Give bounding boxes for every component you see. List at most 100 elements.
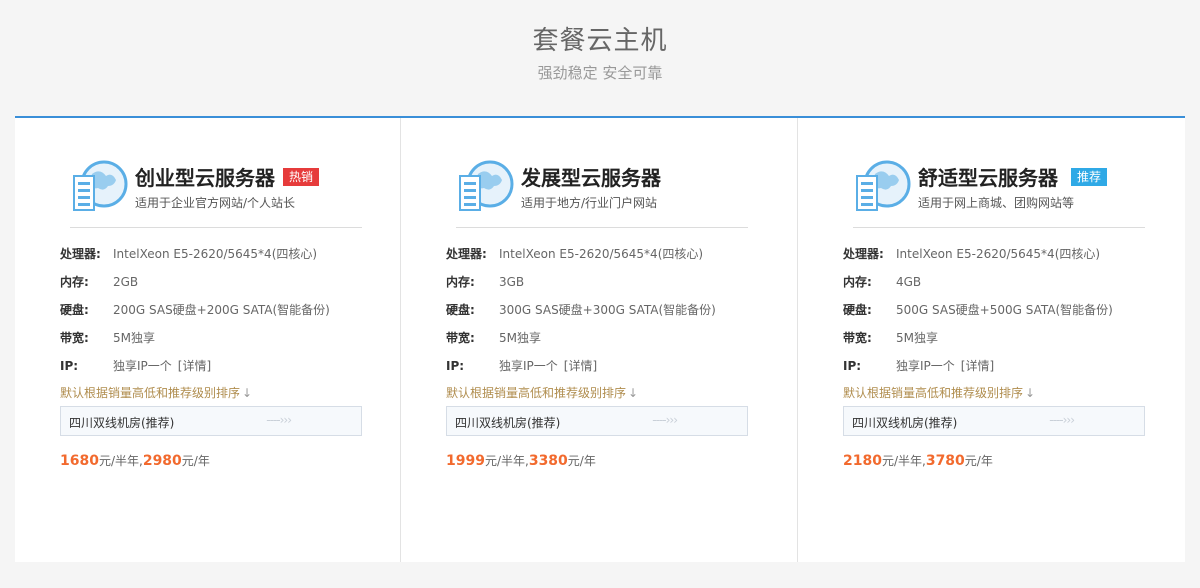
datacenter-selected-value: 四川双线机房(推荐) xyxy=(852,416,958,430)
plans-panel: 创业型云服务器 热销 适用于企业官方网站/个人站长 处理器: IntelXeon… xyxy=(15,116,1185,562)
ip-value: 独享IP一个 xyxy=(499,359,558,373)
spec-row-ip: IP: 独享IP一个 [详情] xyxy=(60,358,370,386)
plan-price: 2180元/半年,3780元/年 xyxy=(843,452,993,469)
plan-card-startup: 创业型云服务器 热销 适用于企业官方网站/个人站长 处理器: IntelXeon… xyxy=(15,118,401,562)
ip-details-link[interactable]: [详情] xyxy=(178,359,211,373)
spec-row-cpu: 处理器: IntelXeon E5-2620/5645*4(四核心) xyxy=(843,246,1153,274)
hot-badge: 热销 xyxy=(283,168,320,186)
spec-value: IntelXeon E5-2620/5645*4(四核心) xyxy=(896,247,1101,261)
spec-label: 带宽: xyxy=(60,331,89,345)
spec-value: 独享IP一个 [详情] xyxy=(499,358,597,374)
sort-note: 默认根据销量高低和推荐级别排序 ↓ xyxy=(60,384,252,401)
spec-value: 300G SAS硬盘+300G SATA(智能备份) xyxy=(499,303,716,317)
price-year: 2980 xyxy=(142,453,182,469)
spec-label: IP: xyxy=(843,359,862,373)
arrow-right-icon: ----››› xyxy=(1049,413,1075,427)
plan-price: 1680元/半年,2980元/年 xyxy=(60,452,210,469)
price-year: 3780 xyxy=(925,453,965,469)
spec-label: 处理器: xyxy=(446,247,487,261)
plan-card-comfort: 舒适型云服务器 推荐 适用于网上商城、团购网站等 处理器: IntelXeon … xyxy=(798,118,1185,562)
spec-label: 硬盘: xyxy=(843,303,872,317)
spec-row-cpu: 处理器: IntelXeon E5-2620/5645*4(四核心) xyxy=(446,246,756,274)
page-header: 套餐云主机 强劲稳定 安全可靠 xyxy=(0,0,1200,116)
spec-value: 5M独享 xyxy=(113,331,155,345)
datacenter-select[interactable]: 四川双线机房(推荐) ----››› xyxy=(843,406,1145,436)
ip-details-link[interactable]: [详情] xyxy=(564,359,597,373)
spec-label: 处理器: xyxy=(60,247,101,261)
datacenter-selected-value: 四川双线机房(推荐) xyxy=(455,416,561,430)
plan-name: 发展型云服务器 xyxy=(521,166,661,190)
spec-label: 内存: xyxy=(60,275,89,289)
spec-value: 独享IP一个 [详情] xyxy=(113,358,211,374)
plan-description: 适用于网上商城、团购网站等 xyxy=(918,196,1075,210)
plan-name: 舒适型云服务器 xyxy=(918,166,1058,190)
price-half-year: 2180 xyxy=(843,453,882,469)
spec-label: 内存: xyxy=(446,275,475,289)
cloud-server-icon xyxy=(73,160,128,211)
price-unit-half-year: 元/半年, xyxy=(484,454,529,468)
spec-row-ram: 内存: 3GB xyxy=(446,274,756,302)
sort-note-text: 默认根据销量高低和推荐级别排序 xyxy=(843,386,1024,400)
spec-value: 3GB xyxy=(499,275,525,289)
plan-card-header: 舒适型云服务器 推荐 适用于网上商城、团购网站等 xyxy=(853,160,1145,228)
spec-label: 带宽: xyxy=(446,331,475,345)
spec-value: 5M独享 xyxy=(499,331,541,345)
price-unit-year: 元/年 xyxy=(567,454,596,468)
page-subtitle: 强劲稳定 安全可靠 xyxy=(537,64,663,82)
cloud-server-icon xyxy=(459,160,514,211)
plan-card-header: 创业型云服务器 热销 适用于企业官方网站/个人站长 xyxy=(70,160,362,228)
spec-value: 2GB xyxy=(113,275,139,289)
ip-details-link[interactable]: [详情] xyxy=(961,359,994,373)
price-half-year: 1680 xyxy=(60,453,99,469)
plan-price: 1999元/半年,3380元/年 xyxy=(446,452,596,469)
sort-note: 默认根据销量高低和推荐级别排序 ↓ xyxy=(843,384,1035,401)
ip-value: 独享IP一个 xyxy=(896,359,955,373)
spec-row-bandwidth: 带宽: 5M独享 xyxy=(446,330,756,358)
arrow-right-icon: ----››› xyxy=(266,413,292,427)
spec-row-bandwidth: 带宽: 5M独享 xyxy=(843,330,1153,358)
spec-value: 4GB xyxy=(896,275,922,289)
spec-row-cpu: 处理器: IntelXeon E5-2620/5645*4(四核心) xyxy=(60,246,370,274)
plan-specs: 处理器: IntelXeon E5-2620/5645*4(四核心) 内存: 2… xyxy=(60,246,370,386)
arrow-right-icon: ----››› xyxy=(652,413,678,427)
spec-label: 内存: xyxy=(843,275,872,289)
plan-specs: 处理器: IntelXeon E5-2620/5645*4(四核心) 内存: 3… xyxy=(446,246,756,386)
sort-note-text: 默认根据销量高低和推荐级别排序 xyxy=(446,386,627,400)
price-half-year: 1999 xyxy=(446,453,485,469)
plan-description: 适用于企业官方网站/个人站长 xyxy=(135,196,296,210)
spec-value: 200G SAS硬盘+200G SATA(智能备份) xyxy=(113,303,330,317)
spec-label: IP: xyxy=(446,359,465,373)
plan-card-header: 发展型云服务器 适用于地方/行业门户网站 xyxy=(456,160,748,228)
price-unit-half-year: 元/半年, xyxy=(881,454,926,468)
datacenter-selected-value: 四川双线机房(推荐) xyxy=(69,416,175,430)
spec-label: 带宽: xyxy=(843,331,872,345)
spec-value: 500G SAS硬盘+500G SATA(智能备份) xyxy=(896,303,1113,317)
spec-label: IP: xyxy=(60,359,79,373)
spec-value: IntelXeon E5-2620/5645*4(四核心) xyxy=(499,247,704,261)
plan-description: 适用于地方/行业门户网站 xyxy=(521,196,658,210)
spec-row-disk: 硬盘: 200G SAS硬盘+200G SATA(智能备份) xyxy=(60,302,370,330)
spec-row-ram: 内存: 4GB xyxy=(843,274,1153,302)
datacenter-select[interactable]: 四川双线机房(推荐) ----››› xyxy=(446,406,748,436)
spec-value: 独享IP一个 [详情] xyxy=(896,358,994,374)
sort-note-text: 默认根据销量高低和推荐级别排序 xyxy=(60,386,241,400)
spec-row-disk: 硬盘: 500G SAS硬盘+500G SATA(智能备份) xyxy=(843,302,1153,330)
price-year: 3380 xyxy=(528,453,568,469)
datacenter-select[interactable]: 四川双线机房(推荐) ----››› xyxy=(60,406,362,436)
spec-row-ram: 内存: 2GB xyxy=(60,274,370,302)
plan-name: 创业型云服务器 xyxy=(135,166,275,190)
spec-row-ip: IP: 独享IP一个 [详情] xyxy=(843,358,1153,386)
spec-row-bandwidth: 带宽: 5M独享 xyxy=(60,330,370,358)
price-unit-half-year: 元/半年, xyxy=(98,454,143,468)
spec-row-disk: 硬盘: 300G SAS硬盘+300G SATA(智能备份) xyxy=(446,302,756,330)
plan-card-growth: 发展型云服务器 适用于地方/行业门户网站 处理器: IntelXeon E5-2… xyxy=(401,118,798,562)
price-unit-year: 元/年 xyxy=(181,454,210,468)
plan-specs: 处理器: IntelXeon E5-2620/5645*4(四核心) 内存: 4… xyxy=(843,246,1153,386)
arrow-down-icon: ↓ xyxy=(1025,386,1036,400)
ip-value: 独享IP一个 xyxy=(113,359,172,373)
spec-label: 硬盘: xyxy=(446,303,475,317)
sort-note: 默认根据销量高低和推荐级别排序 ↓ xyxy=(446,384,638,401)
cloud-server-icon xyxy=(856,160,911,211)
spec-row-ip: IP: 独享IP一个 [详情] xyxy=(446,358,756,386)
arrow-down-icon: ↓ xyxy=(242,386,253,400)
